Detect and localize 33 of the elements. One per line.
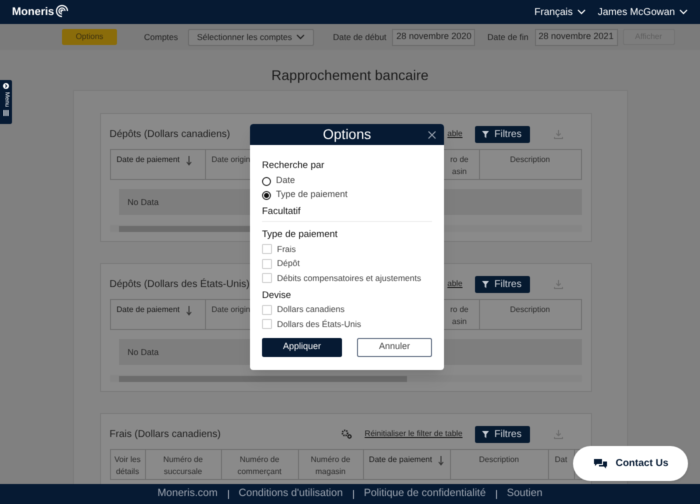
no-data-text: No Data	[128, 196, 159, 208]
column-header: Description	[510, 154, 550, 166]
column-header: Description	[510, 304, 550, 316]
page-title: Rapprochement bancaire	[271, 66, 429, 84]
column-header: Date de paiement	[368, 454, 432, 466]
column-header: Numéro de succursale	[162, 454, 204, 478]
column-header: Date origin	[212, 304, 250, 316]
column-header: Description	[478, 454, 519, 466]
column-header: ro de asin	[450, 304, 468, 328]
column-header: Numéro de commerçant	[236, 454, 282, 478]
section-title: Dépôts (Dollars des États-Unis)	[110, 277, 250, 292]
checkbox-label: Débits compensatoires et ajustements	[277, 272, 422, 285]
no-data-text: No Data	[128, 346, 159, 358]
accounts-label: Comptes	[144, 30, 178, 44]
dialog-title: Options	[322, 125, 372, 144]
column-header: Dat	[554, 454, 568, 466]
checkbox-label: Dépôt	[277, 257, 300, 270]
section-label: Facultatif	[262, 206, 432, 222]
column-header: ro de asin	[450, 154, 468, 178]
column-header: Date de paiement	[116, 304, 180, 316]
column-header: Numéro de magasin	[310, 454, 352, 478]
checkbox-label: Frais	[277, 242, 296, 256]
section-title: Frais (Dollars canadiens)	[110, 428, 221, 442]
logo: Moneris	[12, 4, 54, 20]
column-header: Date origin	[212, 154, 250, 166]
start-date-label: Date de début	[333, 30, 386, 44]
radio-label: Type de paiement	[276, 188, 348, 202]
column-header: Date de paiement	[116, 154, 180, 166]
end-date-label: Date de fin	[487, 30, 529, 44]
column-header: Voir les détails	[114, 454, 142, 478]
section-label: Type de paiement	[262, 229, 339, 241]
section-label: Devise	[262, 290, 292, 302]
section-title: Dépôts (Dollars canadiens)	[110, 128, 230, 142]
